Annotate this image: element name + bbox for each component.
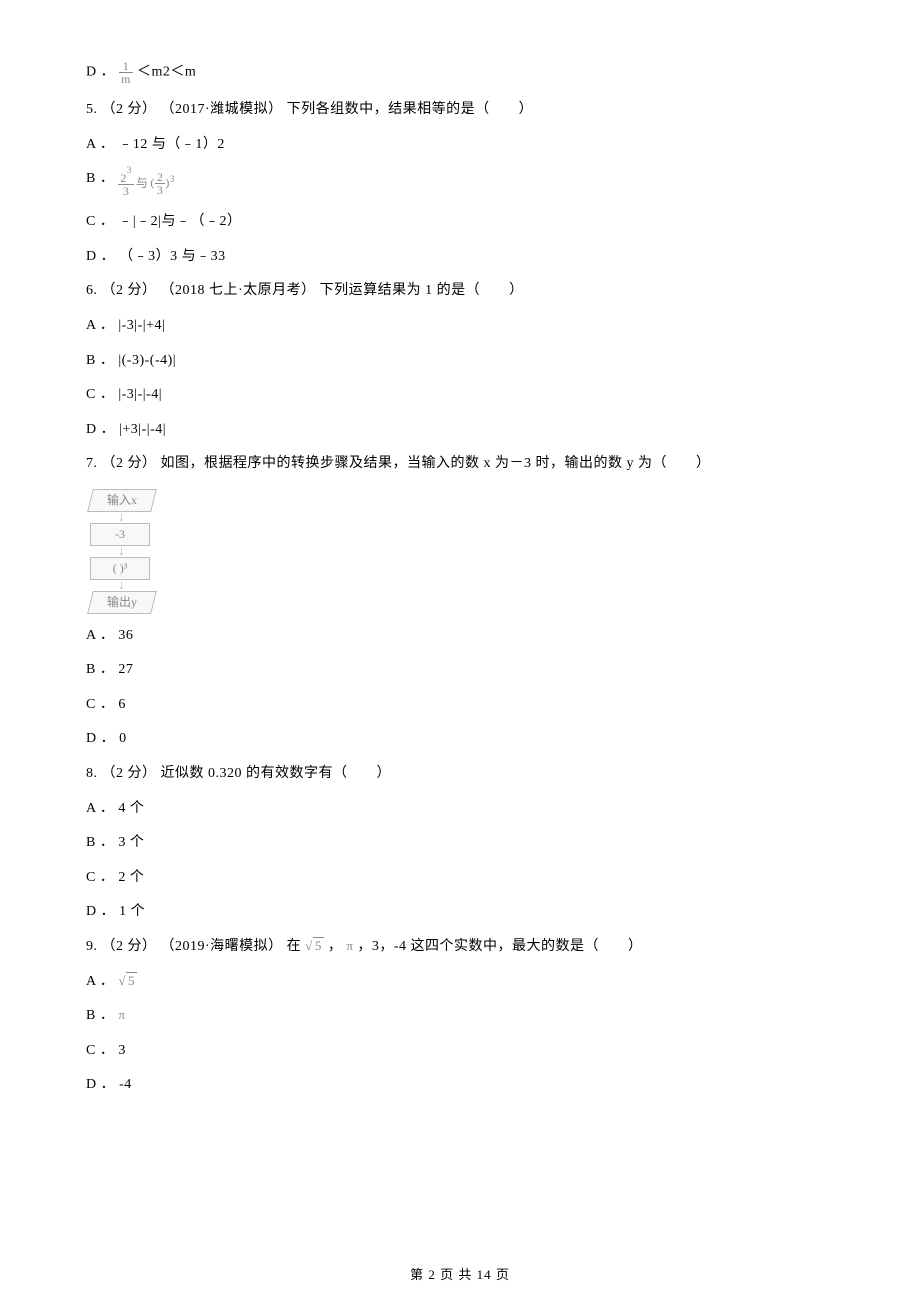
q6-option-b: B ． |(-3)-(-4)| xyxy=(86,351,834,371)
q6-option-c: C ． |-3|-|-4| xyxy=(86,385,834,405)
q5-option-a: A ． ﹣12 与（﹣1）2 xyxy=(86,135,834,155)
q9-option-d: D ． -4 xyxy=(86,1075,834,1095)
q5b-prefix: B ． xyxy=(86,171,114,186)
q9-stem: 9. （2 分） （2019·海曙模拟） 在 √5 ， π ，3，-4 这四个实… xyxy=(86,937,834,957)
q8-option-d: D ． 1 个 xyxy=(86,902,834,922)
q8-stem: 8. （2 分） 近似数 0.320 的有效数字有（ ） xyxy=(86,764,834,784)
q5-stem: 5. （2 分） （2017·潍城模拟） 下列各组数中，结果相等的是（ ） xyxy=(86,100,834,120)
q4-option-d: D ． 1 m ＜m2＜m xyxy=(86,60,834,85)
q5-option-b: B ． 23 3 与 ( 2 3 )3 xyxy=(86,169,834,197)
q7-option-d: D ． 0 xyxy=(86,729,834,749)
flow-input-box: 输入x xyxy=(87,489,157,512)
fraction-1-over-m-icon: 1 m xyxy=(119,60,133,85)
q4d-suffix: ＜m2＜m xyxy=(137,65,196,80)
flow-arrow-icon: ↓ xyxy=(118,546,834,557)
flow-output-box: 输出y xyxy=(87,591,157,614)
q8-option-c: C ． 2 个 xyxy=(86,868,834,888)
pi-icon: π xyxy=(118,1007,125,1022)
sqrt5-icon: √5 xyxy=(305,937,324,955)
flow-step2-box: ( )³ xyxy=(90,557,150,580)
q5-option-c: C ． ﹣|﹣2|与﹣（﹣2） xyxy=(86,212,834,232)
q9-option-a: A ． √5 xyxy=(86,972,834,992)
q6-stem: 6. （2 分） （2018 七上·太原月考） 下列运算结果为 1 的是（ ） xyxy=(86,281,834,301)
q7-option-b: B ． 27 xyxy=(86,660,834,680)
q7-option-a: A ． 36 xyxy=(86,626,834,646)
page-footer: 第 2 页 共 14 页 xyxy=(0,1266,920,1284)
q4d-prefix: D ． xyxy=(86,65,115,80)
q5b-math-icon: 23 3 与 ( 2 3 )3 xyxy=(118,170,175,197)
flow-arrow-icon: ↓ xyxy=(118,512,834,523)
q7-option-c: C ． 6 xyxy=(86,695,834,715)
q5-option-d: D ． （﹣3）3 与﹣33 xyxy=(86,247,834,267)
q7-stem: 7. （2 分） 如图，根据程序中的转换步骤及结果，当输入的数 x 为－3 时，… xyxy=(86,454,834,474)
q9-option-c: C ． 3 xyxy=(86,1041,834,1061)
flow-arrow-icon: ↓ xyxy=(118,580,834,591)
q8-option-b: B ． 3 个 xyxy=(86,833,834,853)
q8-option-a: A ． 4 个 xyxy=(86,799,834,819)
q9-option-b: B ． π xyxy=(86,1006,834,1026)
pi-icon: π xyxy=(346,938,353,953)
q6-option-d: D ． |+3|-|-4| xyxy=(86,420,834,440)
flow-step1-box: -3 xyxy=(90,523,150,546)
sqrt5-icon: √5 xyxy=(118,972,137,990)
q7-flowchart-icon: 输入x ↓ -3 ↓ ( )³ ↓ 输出y xyxy=(86,489,834,614)
q6-option-a: A ． |-3|-|+4| xyxy=(86,316,834,336)
